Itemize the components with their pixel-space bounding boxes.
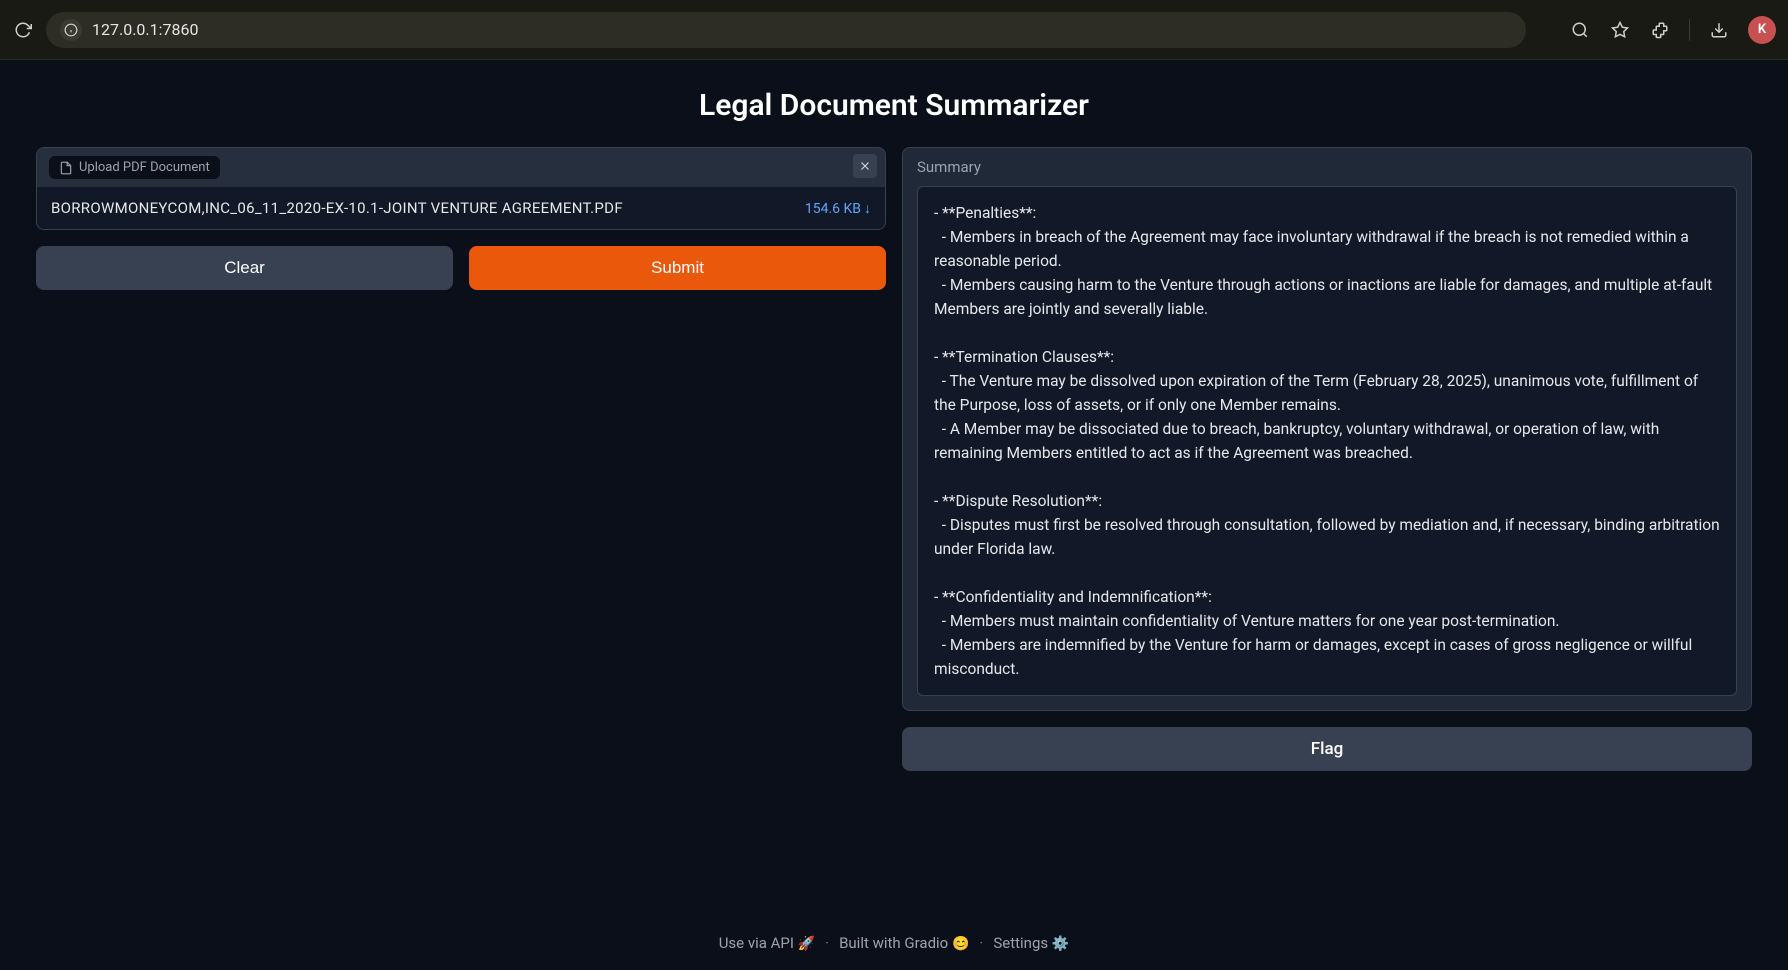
app-root: Legal Document Summarizer Upload PDF Doc…: [0, 60, 1788, 771]
extensions-icon[interactable]: [1649, 19, 1671, 41]
footer-api-text: Use via API: [719, 934, 794, 952]
summary-output[interactable]: - **Penalties**: - Members in breach of …: [917, 186, 1737, 696]
footer-gradio-link[interactable]: Built with Gradio 😊: [839, 934, 969, 952]
footer-api-link[interactable]: Use via API 🚀: [719, 934, 815, 952]
main-columns: Upload PDF Document BORROWMONEYCOM,INC_0…: [36, 147, 1752, 771]
footer-sep: ·: [979, 934, 983, 952]
upload-label-chip: Upload PDF Document: [49, 156, 220, 179]
reload-icon[interactable]: [12, 19, 34, 41]
file-size-text: 154.6 KB: [805, 201, 861, 217]
upload-header: Upload PDF Document: [37, 148, 885, 187]
rocket-icon: 🚀: [798, 936, 815, 952]
zoom-icon[interactable]: [1569, 19, 1591, 41]
download-arrow-icon: ↓: [864, 201, 871, 217]
footer-sep: ·: [825, 934, 829, 952]
file-name: BORROWMONEYCOM,INC_06_11_2020-EX-10.1-JO…: [51, 199, 623, 217]
page-title: Legal Document Summarizer: [36, 88, 1752, 123]
profile-avatar[interactable]: K: [1748, 16, 1776, 44]
left-column: Upload PDF Document BORROWMONEYCOM,INC_0…: [36, 147, 886, 771]
upload-clear-button[interactable]: [853, 154, 877, 178]
separator: [1689, 19, 1690, 41]
file-icon: [59, 161, 73, 175]
upload-label: Upload PDF Document: [79, 160, 210, 175]
footer-settings-link[interactable]: Settings ⚙️: [993, 934, 1069, 952]
file-row: BORROWMONEYCOM,INC_06_11_2020-EX-10.1-JO…: [37, 187, 885, 229]
footer-settings-text: Settings: [993, 934, 1048, 952]
browser-toolbar: 127.0.0.1:7860 K: [0, 0, 1788, 60]
url-text: 127.0.0.1:7860: [92, 20, 198, 39]
site-info-icon[interactable]: [60, 19, 82, 41]
footer-built-text: Built with Gradio: [839, 934, 948, 952]
submit-button[interactable]: Submit: [469, 246, 886, 290]
browser-actions: K: [1569, 16, 1776, 44]
downloads-icon[interactable]: [1708, 19, 1730, 41]
bookmark-icon[interactable]: [1609, 19, 1631, 41]
flag-button[interactable]: Flag: [902, 727, 1752, 771]
url-bar[interactable]: 127.0.0.1:7860: [46, 12, 1526, 48]
close-icon: [858, 159, 872, 173]
button-row: Clear Submit: [36, 246, 886, 290]
footer: Use via API 🚀 · Built with Gradio 😊 · Se…: [0, 934, 1788, 952]
summary-label: Summary: [917, 158, 1737, 176]
right-column: Summary - **Penalties**: - Members in br…: [902, 147, 1752, 771]
avatar-initial: K: [1758, 22, 1766, 37]
clear-button[interactable]: Clear: [36, 246, 453, 290]
summary-box: Summary - **Penalties**: - Members in br…: [902, 147, 1752, 711]
upload-box: Upload PDF Document BORROWMONEYCOM,INC_0…: [36, 147, 886, 230]
gear-icon: ⚙️: [1052, 936, 1069, 952]
gradio-icon: 😊: [952, 936, 969, 952]
file-download-link[interactable]: 154.6 KB↓: [805, 200, 871, 217]
